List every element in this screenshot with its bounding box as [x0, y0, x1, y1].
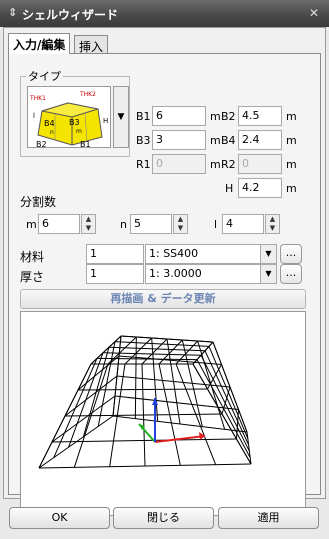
- window-title: シェルウィザード: [22, 8, 119, 22]
- thickness-dropdown-icon[interactable]: ▼: [260, 264, 277, 284]
- b1-unit: m: [210, 110, 221, 123]
- m-label: m: [76, 128, 82, 135]
- mesh-vertical-line: [134, 336, 137, 419]
- mesh-vertical-line: [181, 339, 203, 427]
- r1-field: 0: [152, 154, 206, 174]
- b2-label-text: B2: [221, 110, 236, 123]
- mesh-top-line: [90, 335, 122, 365]
- material-select[interactable]: 1: SS400: [145, 244, 261, 264]
- h-unit: m: [286, 182, 297, 195]
- wizard-panel: 入力/編集 挿入 タイプ THK1 THK2 B4 B3 B2 B1 l H n…: [3, 27, 326, 516]
- b1-label: B1: [80, 140, 91, 149]
- title-bar: ⇕ シェルウィザード ✕: [0, 0, 329, 27]
- thk2-label: THK2: [79, 91, 96, 98]
- b2-unit: m: [286, 110, 297, 123]
- mesh-ring-line: [38, 415, 114, 469]
- b3-field[interactable]: 3: [152, 130, 206, 150]
- type-group-label: タイプ: [26, 68, 63, 84]
- division-l-spinner[interactable]: ▲ ▼: [265, 214, 280, 234]
- thickness-select[interactable]: 1: 3.0000: [145, 264, 261, 284]
- h-field[interactable]: 4.2: [238, 178, 282, 198]
- b1-field[interactable]: 6: [152, 106, 206, 126]
- b4-unit: m: [286, 134, 297, 147]
- h-label-text: H: [225, 182, 234, 195]
- mesh-vertical-line: [196, 359, 251, 458]
- redraw-update-button[interactable]: 再描画 & データ更新: [20, 289, 306, 309]
- division-m-field[interactable]: 6: [38, 214, 80, 234]
- division-l-label: l: [214, 218, 218, 231]
- b2-label: B2: [36, 140, 47, 149]
- shell-type-preview[interactable]: THK1 THK2 B4 B3 B2 B1 l H n m: [27, 86, 111, 149]
- b4-label-text: B4: [221, 134, 236, 147]
- mesh-top-line: [107, 336, 137, 365]
- material-label: 材料: [20, 250, 45, 264]
- thickness-browse-button[interactable]: ...: [280, 264, 302, 284]
- b1-label-text: B1: [136, 110, 151, 123]
- material-id-field[interactable]: 1: [86, 244, 144, 264]
- r1-unit: m: [210, 158, 221, 171]
- b4-field[interactable]: 2.4: [238, 130, 282, 150]
- r2-unit: m: [286, 158, 297, 171]
- b3-label: B3: [69, 118, 80, 127]
- division-label: 分割数: [20, 195, 57, 209]
- close-icon[interactable]: ✕: [305, 4, 323, 22]
- close-button[interactable]: 閉じる: [113, 507, 214, 529]
- division-n-spinner[interactable]: ▲ ▼: [173, 214, 188, 234]
- model-preview-viewport[interactable]: [20, 311, 306, 516]
- apply-button[interactable]: 適用: [218, 507, 319, 529]
- material-dropdown-icon[interactable]: ▼: [260, 244, 277, 264]
- material-browse-button[interactable]: ...: [280, 244, 302, 264]
- mesh-vertical-line: [204, 350, 250, 446]
- mesh-vertical-line: [212, 341, 248, 433]
- b4-label: B4: [44, 119, 55, 128]
- mesh-top-line: [96, 357, 198, 361]
- division-m-spinner[interactable]: ▲ ▼: [81, 214, 96, 234]
- r2-label-text: R2: [221, 158, 236, 171]
- z-axis-arrowhead: [152, 398, 158, 405]
- menu-icon[interactable]: ⇕: [8, 6, 17, 19]
- division-m-label: m: [26, 218, 37, 231]
- n-label: n: [50, 129, 54, 136]
- h-label: H: [103, 117, 108, 125]
- thickness-id-field[interactable]: 1: [86, 264, 144, 284]
- b2-field[interactable]: 4.5: [238, 106, 282, 126]
- x-axis: [154, 435, 206, 443]
- shell-mesh-drawing: [38, 335, 252, 469]
- mesh-vertical-line: [200, 354, 250, 452]
- b3-label-text: B3: [136, 134, 151, 147]
- tab-insert[interactable]: 挿入: [74, 35, 109, 54]
- b3-unit: m: [210, 134, 221, 147]
- tab-input-edit[interactable]: 入力/編集: [8, 33, 71, 54]
- tab-body: タイプ THK1 THK2 B4 B3 B2 B1 l H n m ▼ B1 6…: [8, 53, 321, 516]
- type-dropdown-button[interactable]: ▼: [113, 86, 129, 148]
- l-label: l: [33, 112, 35, 120]
- ok-button[interactable]: OK: [9, 507, 110, 529]
- division-l-field[interactable]: 4: [222, 214, 264, 234]
- shell-type-diagram: THK1 THK2 B4 B3 B2 B1 l H n m: [29, 91, 108, 149]
- thickness-label: 厚さ: [20, 270, 45, 284]
- r2-field: 0: [238, 154, 282, 174]
- x-axis-arrowhead: [199, 432, 205, 440]
- division-n-field[interactable]: 5: [130, 214, 172, 234]
- division-n-label: n: [120, 218, 127, 231]
- r1-label-text: R1: [136, 158, 151, 171]
- thk1-label: THK1: [29, 95, 46, 102]
- type-group: タイプ THK1 THK2 B4 B3 B2 B1 l H n m ▼: [20, 68, 130, 157]
